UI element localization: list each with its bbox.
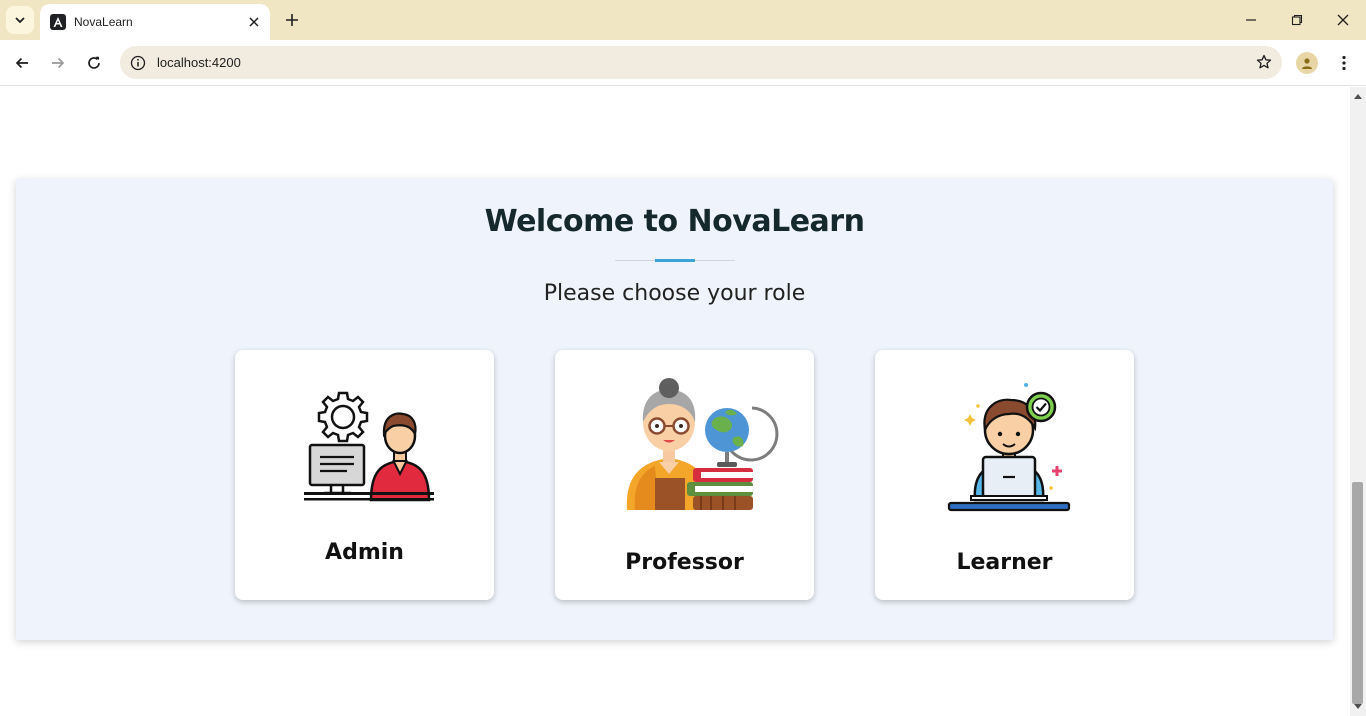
bookmark-star-icon[interactable] bbox=[1254, 52, 1274, 72]
tab-title: NovaLearn bbox=[74, 15, 133, 29]
vertical-scrollbar[interactable] bbox=[1350, 87, 1366, 716]
page-subtitle: Please choose your role bbox=[543, 281, 806, 306]
minimize-icon bbox=[1246, 19, 1256, 21]
close-icon bbox=[1337, 14, 1349, 26]
close-window-button[interactable] bbox=[1331, 8, 1355, 32]
arrow-left-icon bbox=[15, 57, 28, 69]
browser-tab-active[interactable]: NovaLearn bbox=[40, 4, 270, 40]
reload-button[interactable] bbox=[82, 51, 106, 75]
chevron-down-icon bbox=[15, 17, 25, 24]
site-info-icon[interactable] bbox=[130, 55, 146, 71]
page-title: Welcome to NovaLearn bbox=[484, 204, 865, 239]
title-divider-accent bbox=[655, 259, 695, 262]
welcome-panel: Welcome to NovaLearn Please choose your … bbox=[16, 179, 1333, 640]
page-viewport: Welcome to NovaLearn Please choose your … bbox=[0, 87, 1350, 716]
url-text[interactable]: localhost:4200 bbox=[157, 55, 241, 70]
plus-icon bbox=[286, 14, 298, 26]
address-bar[interactable]: localhost:4200 bbox=[120, 46, 1282, 79]
tab-close-icon[interactable] bbox=[246, 14, 262, 30]
role-label-admin: Admin bbox=[325, 540, 404, 565]
restore-icon bbox=[1291, 14, 1303, 26]
admin-computer-icon bbox=[304, 391, 434, 502]
role-card-professor[interactable]: Professor bbox=[555, 350, 814, 600]
more-menu-icon[interactable] bbox=[1334, 52, 1354, 74]
learner-laptop-icon bbox=[947, 383, 1071, 512]
angular-favicon-icon bbox=[50, 14, 66, 30]
browser-toolbar: localhost:4200 bbox=[0, 40, 1366, 86]
scrollbar-thumb[interactable] bbox=[1352, 482, 1363, 704]
role-card-learner[interactable]: Learner bbox=[875, 350, 1134, 600]
role-label-learner: Learner bbox=[956, 550, 1053, 575]
arrow-right-icon bbox=[52, 57, 65, 69]
role-label-professor: Professor bbox=[625, 550, 744, 575]
tab-search-button[interactable] bbox=[6, 6, 34, 34]
scroll-down-arrow-icon[interactable] bbox=[1350, 700, 1366, 714]
new-tab-button[interactable] bbox=[280, 8, 304, 32]
professor-globe-icon bbox=[626, 378, 779, 510]
back-button[interactable] bbox=[10, 51, 34, 75]
role-card-admin[interactable]: Admin bbox=[235, 350, 494, 600]
tab-strip: NovaLearn bbox=[0, 0, 1366, 40]
reload-icon bbox=[88, 56, 100, 69]
forward-button[interactable] bbox=[46, 51, 70, 75]
scroll-up-arrow-icon[interactable] bbox=[1350, 89, 1366, 103]
minimize-button[interactable] bbox=[1239, 8, 1263, 32]
profile-avatar-icon[interactable] bbox=[1296, 52, 1318, 74]
restore-button[interactable] bbox=[1285, 8, 1309, 32]
